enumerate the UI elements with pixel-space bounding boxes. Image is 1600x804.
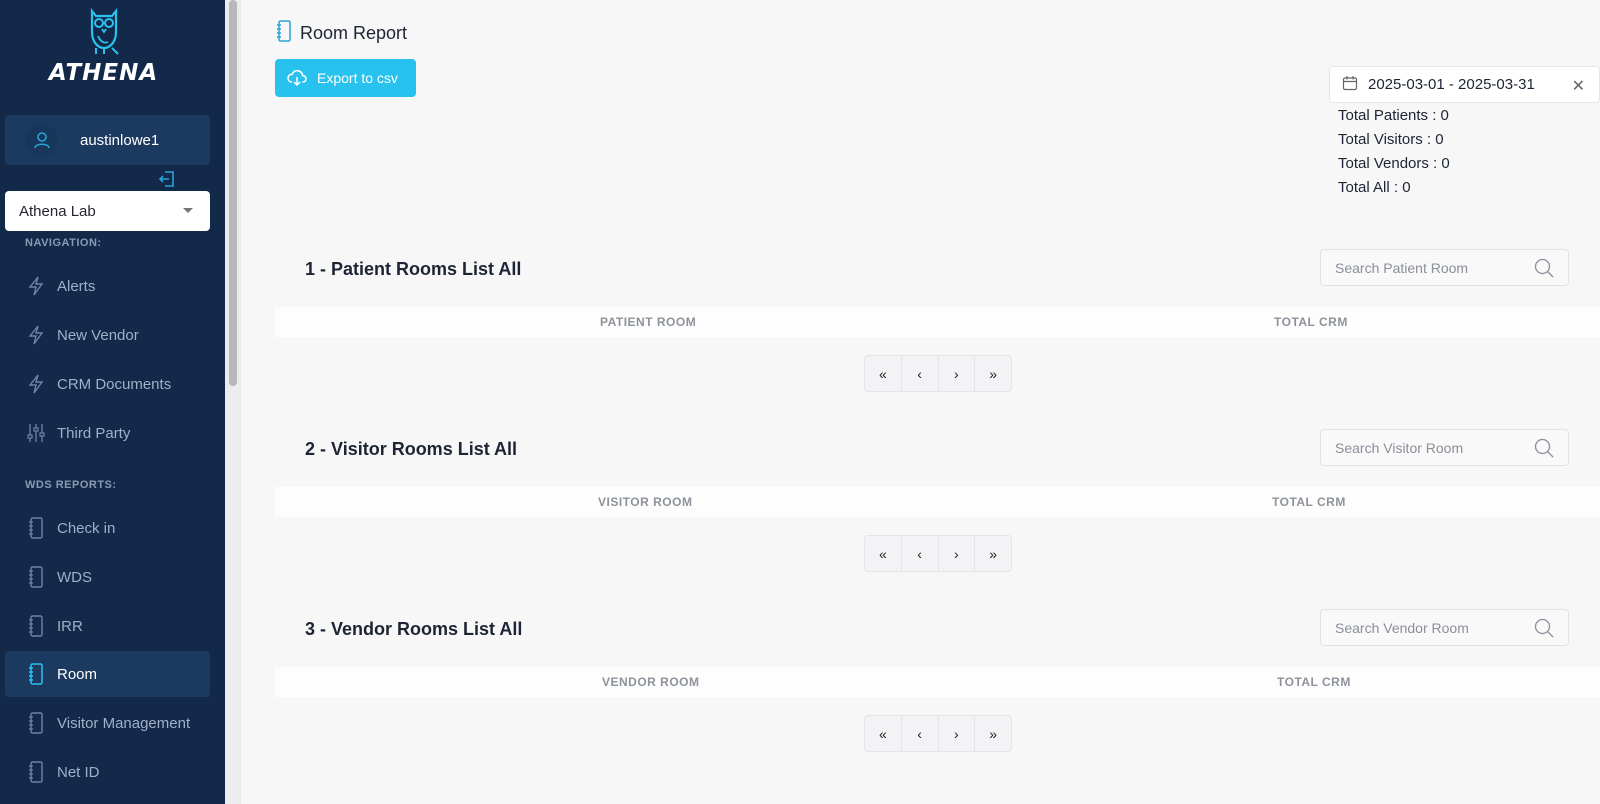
nav-item-label: New Vendor — [57, 326, 139, 344]
search-visitor-room[interactable] — [1320, 429, 1569, 466]
first-page-button[interactable]: « — [865, 536, 902, 571]
export-csv-button[interactable]: Export to csv — [275, 59, 416, 97]
previous-page-button[interactable]: ‹ — [902, 356, 939, 391]
scrollbar-thumb[interactable] — [229, 0, 237, 386]
total-all: Total All : 0 — [1338, 179, 1411, 196]
nav-item-visitor-management[interactable]: Visitor Management — [5, 700, 210, 746]
lightning-icon — [25, 373, 47, 395]
date-range-picker[interactable]: 2025-03-01 - 2025-03-31 ✕ — [1329, 66, 1600, 103]
lab-select-value: Athena Lab — [19, 202, 96, 220]
search-icon — [1534, 618, 1554, 643]
column-header-total-crm: TOTAL CRM — [1277, 675, 1351, 689]
nav-item-new-vendor[interactable]: New Vendor — [5, 312, 210, 358]
patient-rooms-table-header: PATIENT ROOM TOTAL CRM — [275, 307, 1600, 337]
navigation-heading: NAVIGATION: — [25, 237, 102, 249]
notebook-icon — [25, 517, 47, 539]
column-header-total-crm: TOTAL CRM — [1272, 495, 1346, 509]
nav-item-label: WDS — [57, 568, 92, 586]
user-avatar-icon — [26, 124, 58, 156]
nav-item-label: Room — [57, 665, 98, 683]
close-icon[interactable]: ✕ — [1572, 76, 1585, 96]
notebook-icon — [25, 663, 47, 685]
vendor-rooms-title: 3 - Vendor Rooms List All — [305, 619, 523, 639]
owl-logo-icon — [90, 8, 119, 55]
search-patient-room[interactable] — [1320, 249, 1569, 286]
next-page-button[interactable]: › — [939, 536, 976, 571]
visitor-rooms-pagination: « ‹ › » — [864, 535, 1012, 572]
nav-item-label: Net ID — [57, 763, 100, 781]
nav-item-net-id[interactable]: Net ID — [5, 749, 210, 795]
lightning-icon — [25, 275, 47, 297]
nav-item-check-in[interactable]: Check in — [5, 505, 210, 551]
column-header-total-crm: TOTAL CRM — [1274, 315, 1348, 329]
previous-page-button[interactable]: ‹ — [902, 536, 939, 571]
patient-rooms-pagination: « ‹ › » — [864, 355, 1012, 392]
column-header-visitor-room: VISITOR ROOM — [598, 495, 693, 509]
column-header-patient-room: PATIENT ROOM — [600, 315, 697, 329]
last-page-button[interactable]: » — [975, 356, 1011, 391]
calendar-icon — [1342, 75, 1358, 95]
visitor-rooms-title: 2 - Visitor Rooms List All — [305, 439, 518, 459]
search-patient-room-input[interactable] — [1321, 259, 1521, 276]
search-icon — [1534, 258, 1554, 283]
search-vendor-room-input[interactable] — [1321, 619, 1521, 636]
page-title-text: Room Report — [300, 23, 408, 43]
total-patients: Total Patients : 0 — [1338, 107, 1449, 124]
notebook-icon — [276, 20, 292, 47]
last-page-button[interactable]: » — [975, 716, 1011, 751]
nav-item-label: CRM Documents — [57, 375, 172, 393]
notebook-icon — [25, 712, 47, 734]
sidebar-scrollbar[interactable] — [225, 0, 241, 804]
patient-rooms-title: 1 - Patient Rooms List All — [305, 259, 522, 279]
search-visitor-room-input[interactable] — [1321, 439, 1521, 456]
visitor-rooms-table-header: VISITOR ROOM TOTAL CRM — [275, 487, 1600, 517]
logo-text: ATHENA — [48, 60, 159, 86]
vendor-rooms-pagination: « ‹ › » — [864, 715, 1012, 752]
caret-down-icon — [183, 208, 193, 213]
search-icon — [1534, 438, 1554, 463]
notebook-icon — [25, 615, 47, 637]
user-name: austinlowe1 — [80, 131, 160, 149]
first-page-button[interactable]: « — [865, 356, 902, 391]
nav-item-label: Visitor Management — [57, 714, 191, 732]
nav-item-label: Alerts — [57, 277, 96, 295]
notebook-icon — [25, 761, 47, 783]
athena-logo[interactable]: ATHENA — [0, 8, 207, 86]
last-page-button[interactable]: » — [975, 536, 1011, 571]
nav-item-label: IRR — [57, 617, 83, 635]
totals-summary: Total Patients : 0 Total Visitors : 0 To… — [1338, 104, 1450, 200]
lightning-icon — [25, 324, 47, 346]
notebook-icon — [25, 566, 47, 588]
nav-item-label: Third Party — [57, 424, 131, 442]
column-header-vendor-room: VENDOR ROOM — [602, 675, 700, 689]
nav-item-third-party[interactable]: Third Party — [5, 410, 210, 456]
search-vendor-room[interactable] — [1320, 609, 1569, 646]
nav-item-label: Check in — [57, 519, 116, 537]
next-page-button[interactable]: › — [939, 356, 976, 391]
total-visitors: Total Visitors : 0 — [1338, 131, 1444, 148]
user-profile[interactable]: austinlowe1 — [5, 115, 210, 165]
nav-item-crm-documents[interactable]: CRM Documents — [5, 361, 210, 407]
previous-page-button[interactable]: ‹ — [902, 716, 939, 751]
export-csv-label: Export to csv — [317, 70, 398, 86]
nav-item-room[interactable]: Room — [5, 651, 210, 697]
nav-item-irr[interactable]: IRR — [5, 603, 210, 649]
sliders-icon — [25, 422, 47, 444]
first-page-button[interactable]: « — [865, 716, 902, 751]
page-title: Room Report — [276, 20, 407, 47]
cloud-download-icon — [287, 69, 307, 87]
lab-select[interactable]: Athena Lab — [5, 191, 210, 231]
nav-item-alerts[interactable]: Alerts — [5, 263, 210, 309]
vendor-rooms-table-header: VENDOR ROOM TOTAL CRM — [275, 667, 1600, 697]
date-range-value: 2025-03-01 - 2025-03-31 — [1368, 76, 1535, 93]
logout-icon[interactable] — [158, 170, 176, 188]
next-page-button[interactable]: › — [939, 716, 976, 751]
total-vendors: Total Vendors : 0 — [1338, 155, 1450, 172]
nav-item-wds[interactable]: WDS — [5, 554, 210, 600]
wds-reports-heading: WDS REPORTS: — [25, 479, 117, 491]
sidebar: ATHENA austinlowe1 Athena Lab NAVIGATION… — [0, 0, 225, 804]
